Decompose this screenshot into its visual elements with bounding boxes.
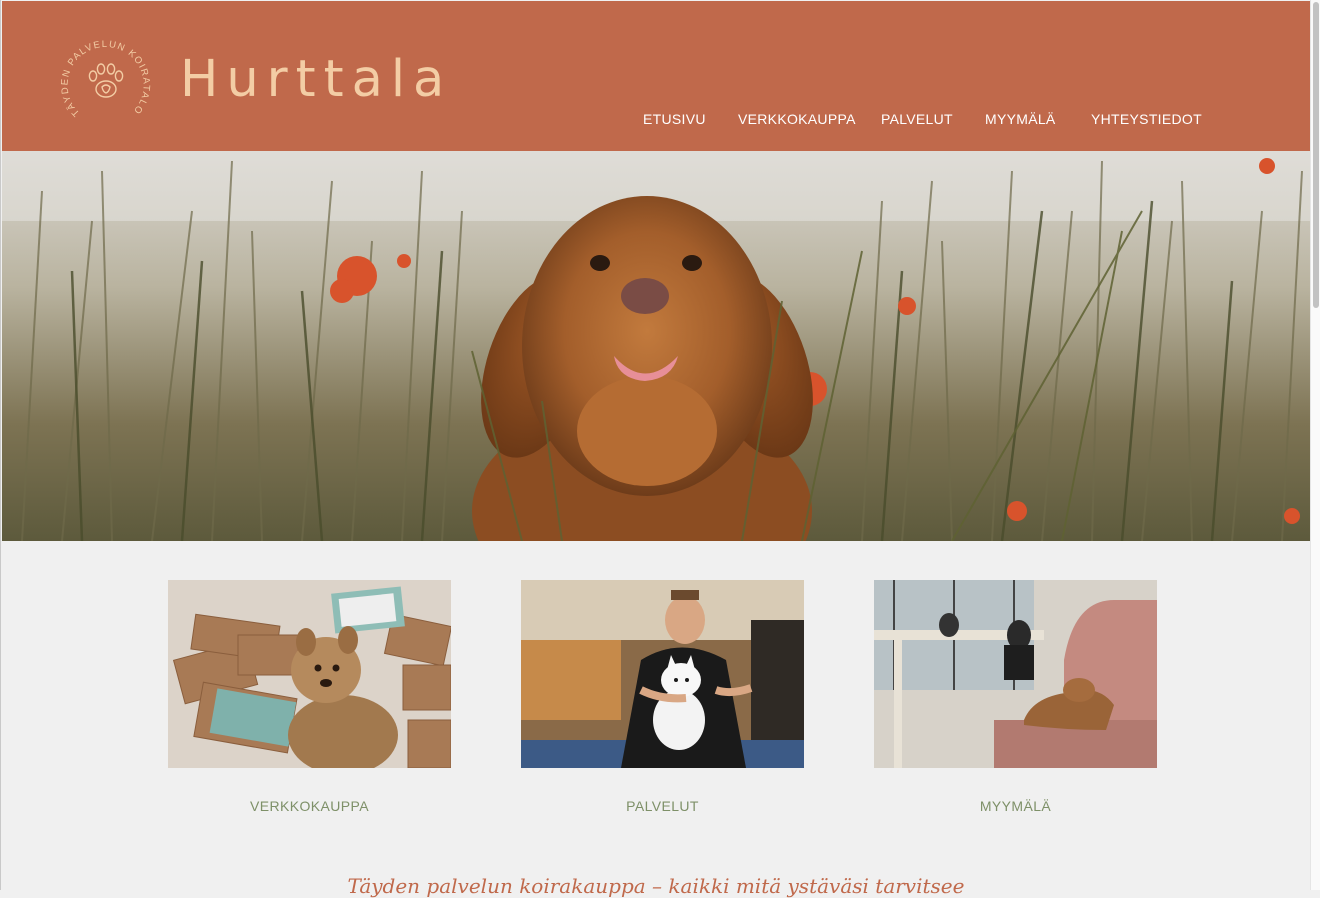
card-label[interactable]: PALVELUT bbox=[521, 798, 804, 814]
nav-item-verkkokauppa[interactable]: VERKKOKAUPPA bbox=[738, 111, 856, 127]
card-image-dog-on-sofa[interactable] bbox=[874, 580, 1157, 768]
card-label[interactable]: MYYMÄLÄ bbox=[874, 798, 1157, 814]
nav-item-palvelut[interactable]: PALVELUT bbox=[881, 111, 953, 127]
card-palvelut[interactable]: PALVELUT bbox=[521, 580, 804, 814]
page: TÄYDEN PALVELUN KOIRATALO Hurttala ETUSI… bbox=[0, 0, 1311, 898]
vertical-scrollbar[interactable] bbox=[1310, 0, 1320, 890]
card-verkkokauppa[interactable]: VERKKOKAUPPA bbox=[168, 580, 451, 814]
nav-item-yhteystiedot[interactable]: YHTEYSTIEDOT bbox=[1091, 111, 1202, 127]
logo-wordmark[interactable]: Hurttala bbox=[180, 41, 452, 119]
scrollbar-thumb[interactable] bbox=[1313, 2, 1319, 308]
hero-image-dog-in-field bbox=[2, 151, 1310, 541]
card-myymala[interactable]: MYYMÄLÄ bbox=[874, 580, 1157, 814]
card-label[interactable]: VERKKOKAUPPA bbox=[168, 798, 451, 814]
category-cards: VERKKOKAUPPA PALVELUT MYYMÄLÄ bbox=[1, 580, 1311, 820]
nav-item-etusivu[interactable]: ETUSIVU bbox=[643, 111, 706, 127]
badge-text: TÄYDEN PALVELUN KOIRATALO bbox=[59, 39, 150, 119]
main-nav: ETUSIVU VERKKOKAUPPA PALVELUT MYYMÄLÄ YH… bbox=[2, 111, 1310, 131]
svg-text:TÄYDEN PALVELUN KOIRATALO: TÄYDEN PALVELUN KOIRATALO bbox=[60, 39, 152, 119]
site-header: TÄYDEN PALVELUN KOIRATALO Hurttala ETUSI… bbox=[2, 1, 1310, 151]
card-image-dog-with-boxes[interactable] bbox=[168, 580, 451, 768]
nav-item-myymala[interactable]: MYYMÄLÄ bbox=[985, 111, 1056, 127]
tagline: Täyden palvelun koirakauppa – kaikki mit… bbox=[347, 874, 965, 898]
card-image-groomer-with-dog[interactable] bbox=[521, 580, 804, 768]
